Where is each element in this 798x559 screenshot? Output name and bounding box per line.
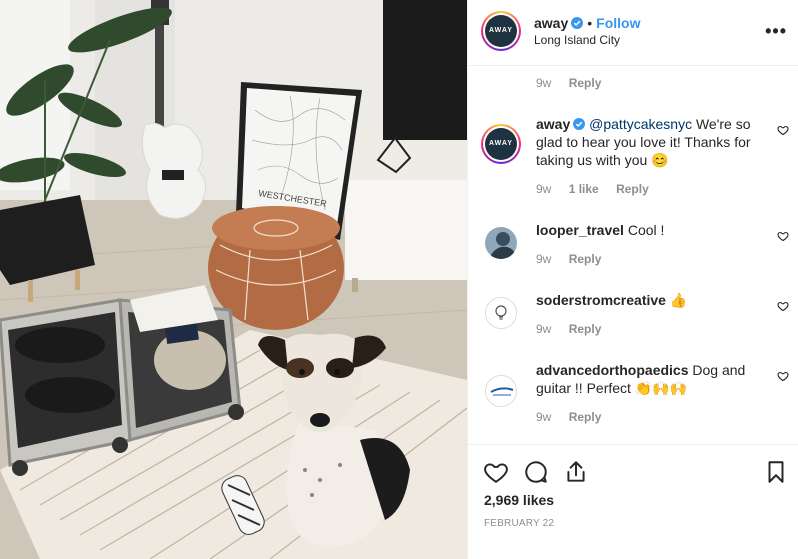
- share-icon[interactable]: [563, 459, 589, 485]
- comment-like-heart-icon[interactable]: [777, 230, 789, 242]
- verified-badge-icon: [573, 118, 586, 130]
- header-user-line: away • Follow: [534, 15, 640, 31]
- comment-reply-button[interactable]: Reply: [569, 410, 602, 424]
- avatar-logo: AWAY: [485, 15, 517, 47]
- comment-like-heart-icon[interactable]: [777, 370, 789, 382]
- post-photo[interactable]: WESTCHESTER: [0, 0, 467, 559]
- comment-item: AWAY away @pattycakesnyc We're so glad t…: [468, 116, 798, 204]
- like-count[interactable]: 2,969 likes: [484, 492, 554, 508]
- avatar-photo: [485, 227, 517, 259]
- comment-avatar[interactable]: [485, 375, 517, 407]
- post-date[interactable]: FEBRUARY 22: [484, 518, 554, 529]
- comment-body: 👍: [665, 292, 688, 308]
- post-header: AWAY away • Follow Long Island City •••: [468, 0, 798, 66]
- comment-reply-button[interactable]: Reply: [616, 182, 649, 196]
- comment-text: looper_travel Cool !: [536, 221, 766, 239]
- comment-meta: 9w Reply: [536, 252, 615, 266]
- comment-item: looper_travel Cool ! 9w Reply: [468, 221, 798, 281]
- comment-meta: 9w 1 like Reply: [536, 182, 663, 196]
- caption-time[interactable]: 9w: [536, 76, 551, 90]
- comment-body: Cool !: [623, 222, 665, 238]
- verified-badge-icon: [571, 17, 584, 29]
- comment-icon[interactable]: [523, 459, 549, 485]
- follow-button[interactable]: Follow: [596, 15, 640, 31]
- caption-meta: 9w Reply: [536, 76, 615, 90]
- comment-text: away @pattycakesnyc We're so glad to hea…: [536, 115, 766, 169]
- comment-meta: 9w Reply: [536, 322, 615, 336]
- comment-text: soderstromcreative 👍: [536, 291, 766, 309]
- header-username[interactable]: away: [534, 15, 568, 31]
- post-actions: 2,969 likes FEBRUARY 22: [468, 444, 798, 559]
- comment-username[interactable]: looper_travel: [536, 222, 624, 238]
- comment-time[interactable]: 9w: [536, 410, 551, 424]
- comment-meta: 9w Reply: [536, 410, 615, 424]
- comment-like-heart-icon[interactable]: [777, 300, 789, 312]
- comment-username[interactable]: away: [536, 116, 570, 132]
- comment-text: advancedorthopaedics Dog and guitar !! P…: [536, 361, 766, 397]
- comment-avatar[interactable]: [485, 297, 517, 329]
- header-separator: •: [587, 15, 593, 31]
- comment-like-heart-icon[interactable]: [777, 124, 789, 136]
- caption-reply-button[interactable]: Reply: [569, 76, 602, 90]
- bookmark-icon[interactable]: [763, 459, 789, 485]
- heart-icon[interactable]: [483, 459, 509, 485]
- comment-avatar[interactable]: [485, 227, 517, 259]
- comment-username[interactable]: soderstromcreative: [536, 292, 666, 308]
- comment-reply-button[interactable]: Reply: [569, 322, 602, 336]
- comment-avatar[interactable]: AWAY: [481, 124, 521, 164]
- avatar-logo: AWAY: [485, 128, 517, 160]
- location-link[interactable]: Long Island City: [534, 33, 620, 47]
- comment-time[interactable]: 9w: [536, 182, 551, 196]
- comment-mention[interactable]: @pattycakesnyc: [589, 116, 692, 132]
- comment-item: advancedorthopaedics Dog and guitar !! P…: [468, 361, 798, 436]
- lightbulb-logo-icon: [486, 298, 516, 328]
- orthopaedics-logo-icon: [486, 376, 516, 406]
- more-options-icon[interactable]: •••: [765, 21, 787, 42]
- comment-item: soderstromcreative 👍 9w Reply: [468, 291, 798, 351]
- post-side-panel: AWAY away • Follow Long Island City ••• 9w…: [467, 0, 798, 559]
- comment-time[interactable]: 9w: [536, 252, 551, 266]
- comment-time[interactable]: 9w: [536, 322, 551, 336]
- avatar[interactable]: AWAY: [481, 11, 521, 51]
- comment-likes[interactable]: 1 like: [569, 182, 599, 196]
- comment-username[interactable]: advancedorthopaedics: [536, 362, 689, 378]
- comment-reply-button[interactable]: Reply: [569, 252, 602, 266]
